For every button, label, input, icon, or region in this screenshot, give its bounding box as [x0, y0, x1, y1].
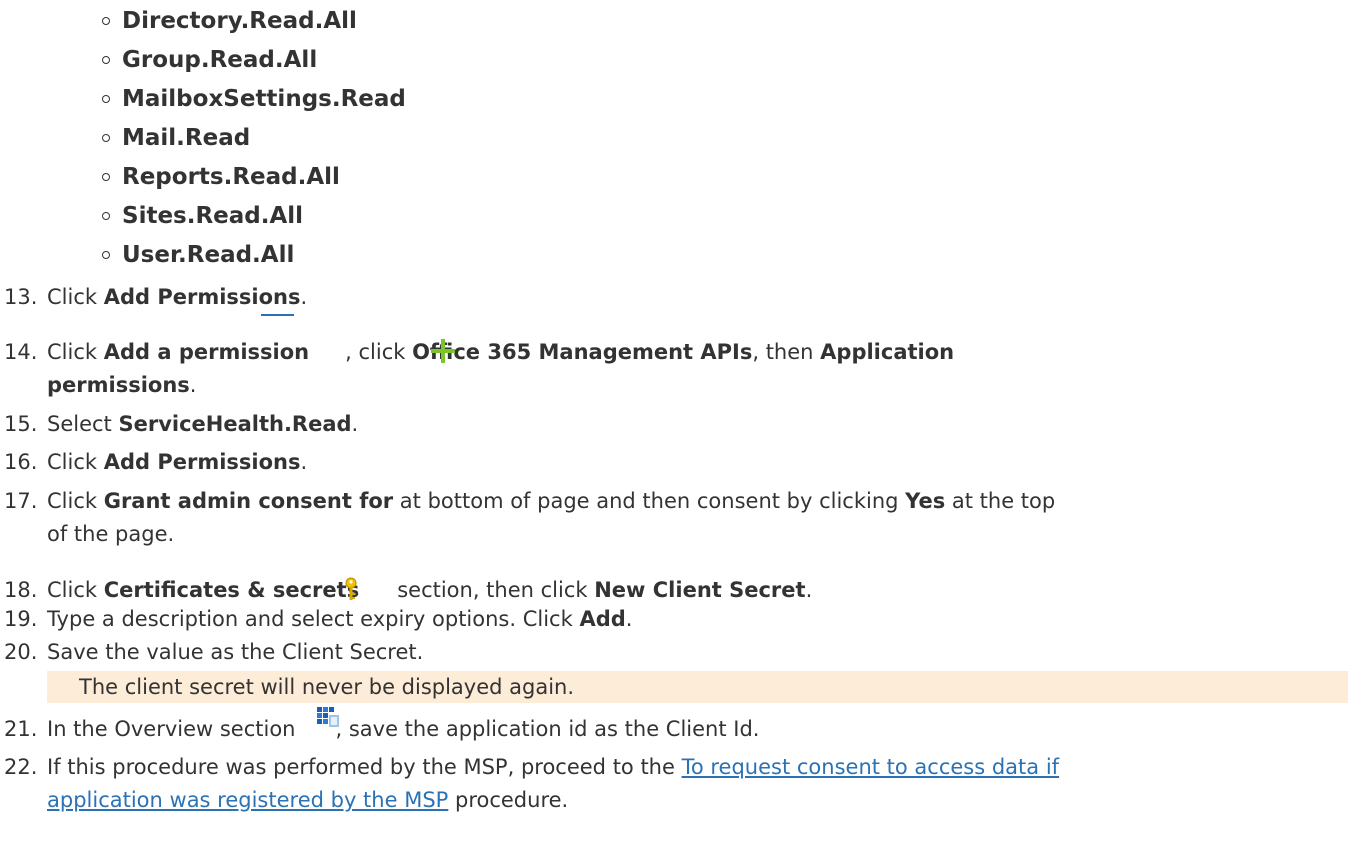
bullet-icon: [102, 56, 110, 64]
bullet-icon: [102, 134, 110, 142]
note-box: The client secret will never be displaye…: [47, 671, 1348, 703]
bullet-icon: [102, 251, 110, 259]
step-22-continued: application was registered by the MSP pr…: [47, 788, 569, 812]
step-15: 15. Select ServiceHealth.Read.: [4, 412, 359, 436]
permission-item: MailboxSettings.Read: [102, 83, 406, 115]
permission-item: Group.Read.All: [102, 44, 317, 76]
underline-divider: [261, 314, 294, 316]
permission-item: Mail.Read: [102, 122, 250, 154]
step-14-continued: permissions.: [47, 373, 197, 397]
permission-item: Reports.Read.All: [102, 161, 340, 193]
step-20: 20. Save the value as the Client Secret.: [4, 640, 424, 664]
step-14: 14. Click Add a permission, click Office …: [4, 340, 955, 364]
step-13: 13. Click Add Permissions.: [4, 285, 308, 309]
bullet-icon: [102, 95, 110, 103]
key-icon: [345, 577, 357, 600]
bullet-icon: [102, 17, 110, 25]
bullet-icon: [102, 173, 110, 181]
permission-item: Sites.Read.All: [102, 200, 303, 232]
step-21: 21. In the Overview section, save the app…: [4, 717, 760, 741]
bullet-icon: [102, 212, 110, 220]
step-16: 16. Click Add Permissions.: [4, 450, 308, 474]
permission-item: User.Read.All: [102, 239, 294, 271]
document: Directory.Read.All Group.Read.All Mailbo…: [0, 0, 1362, 866]
consent-procedure-link-continued[interactable]: application was registered by the MSP: [47, 788, 448, 812]
step-18: 18. Click Certificates & secrets section, …: [4, 578, 813, 602]
consent-procedure-link[interactable]: To request consent to access data if: [682, 755, 1059, 779]
plus-icon: [431, 339, 455, 363]
step-17: 17. Click Grant admin consent for at bott…: [4, 489, 1056, 513]
step-22: 22. If this procedure was performed by th…: [4, 755, 1060, 779]
permission-item: Directory.Read.All: [102, 5, 357, 37]
step-19: 19. Type a description and select expiry …: [4, 607, 633, 631]
note-text: The client secret will never be displaye…: [79, 675, 575, 699]
app-registration-icon: [317, 707, 339, 727]
step-17-continued: of the page.: [47, 522, 175, 546]
